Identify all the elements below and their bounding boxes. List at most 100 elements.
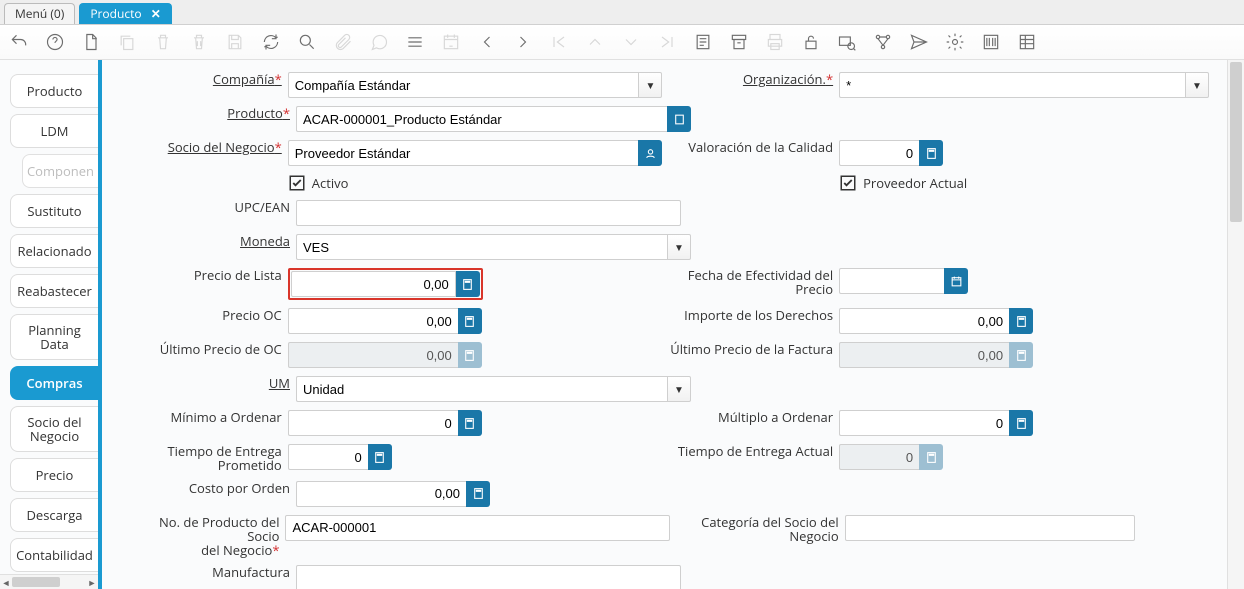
calculator-icon[interactable]	[1009, 308, 1033, 334]
product-lookup-icon[interactable]	[667, 106, 691, 132]
calculator-icon[interactable]	[458, 410, 482, 436]
window-tab-producto[interactable]: Producto ✕	[79, 3, 171, 24]
lock-icon[interactable]	[800, 31, 822, 53]
chevron-down-icon[interactable]: ▼	[638, 72, 662, 98]
print-icon[interactable]	[764, 31, 786, 53]
chevron-down-icon[interactable]: ▼	[667, 234, 691, 260]
precio-oc-input[interactable]	[288, 308, 458, 334]
undo-icon[interactable]	[8, 31, 30, 53]
um-combo[interactable]: ▼	[296, 376, 691, 402]
fecha-efectividad-input[interactable]	[839, 268, 944, 294]
manufactura-input[interactable]	[296, 565, 681, 589]
up-icon[interactable]	[584, 31, 606, 53]
side-tab-contabilidad[interactable]: Contabilidad	[10, 538, 98, 572]
product-info-icon[interactable]	[980, 31, 1002, 53]
um-input[interactable]	[296, 376, 667, 402]
calculator-icon[interactable]	[368, 444, 392, 470]
request-icon[interactable]	[908, 31, 930, 53]
vertical-scrollbar[interactable]	[1227, 60, 1244, 589]
producto-lookup[interactable]	[296, 106, 691, 132]
side-tab-planning[interactable]: PlanningData	[10, 314, 98, 360]
producto-input[interactable]	[296, 106, 667, 132]
precio-lista-group	[288, 268, 483, 300]
delete-selected-icon[interactable]	[188, 31, 210, 53]
valoracion-input[interactable]	[839, 140, 919, 166]
history-icon[interactable]	[440, 31, 462, 53]
side-tab-compras[interactable]: Compras	[10, 366, 98, 400]
socio-lookup[interactable]	[288, 140, 663, 166]
side-tab-producto[interactable]: Producto	[10, 74, 98, 108]
scroll-right-icon[interactable]: ►	[86, 575, 98, 589]
grid-icon[interactable]	[404, 31, 426, 53]
socio-input[interactable]	[288, 140, 639, 166]
scroll-left-icon[interactable]: ◄	[0, 575, 12, 589]
copy-icon[interactable]	[116, 31, 138, 53]
bpartner-lookup-icon[interactable]	[638, 140, 662, 166]
zoom-icon[interactable]	[836, 31, 858, 53]
tiempo-entrega-prometido-input[interactable]	[288, 444, 368, 470]
no-producto-socio-input[interactable]	[285, 515, 670, 541]
side-horizontal-scrollbar[interactable]: ◄ ►	[0, 574, 98, 589]
workflow-icon[interactable]	[872, 31, 894, 53]
costo-orden-input[interactable]	[296, 481, 466, 507]
organizacion-input[interactable]	[839, 72, 1185, 98]
compania-combo[interactable]: ▼	[288, 72, 663, 98]
search-icon[interactable]	[296, 31, 318, 53]
moneda-input[interactable]	[296, 234, 667, 260]
window-tab-menu[interactable]: Menú (0)	[4, 3, 75, 24]
export-icon[interactable]	[1016, 31, 1038, 53]
side-tab-label: Precio	[36, 466, 74, 484]
help-icon[interactable]	[44, 31, 66, 53]
scrollbar-thumb[interactable]	[1230, 62, 1242, 222]
calculator-icon[interactable]	[919, 140, 943, 166]
calculator-icon[interactable]	[458, 308, 482, 334]
calculator-icon[interactable]	[466, 481, 490, 507]
calculator-icon[interactable]	[1009, 410, 1033, 436]
categoria-socio-label: Categoría del Socio del Negocio	[701, 515, 839, 544]
first-icon[interactable]	[548, 31, 570, 53]
prev-icon[interactable]	[476, 31, 498, 53]
precio-oc-label: Precio OC	[222, 308, 281, 322]
save-icon[interactable]	[224, 31, 246, 53]
compania-input[interactable]	[288, 72, 639, 98]
organizacion-combo[interactable]: ▼	[839, 72, 1209, 98]
importe-derechos-input[interactable]	[839, 308, 1009, 334]
side-tab-label: Componen	[27, 162, 94, 180]
calculator-icon[interactable]	[456, 271, 480, 297]
manufactura-label: Manufactura	[212, 565, 290, 579]
chat-icon[interactable]	[368, 31, 390, 53]
categoria-socio-input[interactable]	[845, 515, 1135, 541]
moneda-combo[interactable]: ▼	[296, 234, 691, 260]
upc-input[interactable]	[296, 200, 681, 226]
gear-icon[interactable]	[944, 31, 966, 53]
down-icon[interactable]	[620, 31, 642, 53]
scrollbar-thumb[interactable]	[12, 577, 60, 587]
chevron-down-icon[interactable]: ▼	[1185, 72, 1209, 98]
side-tab-relacionado[interactable]: Relacionado	[10, 234, 98, 268]
calendar-icon[interactable]	[944, 268, 968, 294]
new-icon[interactable]	[80, 31, 102, 53]
side-tab-ldm[interactable]: LDM	[10, 114, 98, 148]
precio-lista-input[interactable]	[291, 271, 456, 297]
attachment-icon[interactable]	[332, 31, 354, 53]
refresh-icon[interactable]	[260, 31, 282, 53]
side-tab-precio[interactable]: Precio	[10, 458, 98, 492]
chevron-down-icon[interactable]: ▼	[667, 376, 691, 402]
report-icon[interactable]	[692, 31, 714, 53]
archive-icon[interactable]	[728, 31, 750, 53]
activo-checkbox[interactable]: Activo	[288, 174, 349, 192]
delete-icon[interactable]	[152, 31, 174, 53]
side-tab-reabastecer[interactable]: Reabastecer	[10, 274, 98, 308]
side-tab-socio-negocio[interactable]: Socio delNegocio	[10, 406, 98, 452]
side-tab-sustituto[interactable]: Sustituto	[10, 194, 98, 228]
proveedor-actual-checkbox[interactable]: Proveedor Actual	[839, 174, 967, 192]
min-ordenar-input[interactable]	[288, 410, 458, 436]
valoracion-label: Valoración de la Calidad	[688, 140, 833, 154]
side-tab-componentes[interactable]: Componen	[22, 154, 98, 188]
close-icon[interactable]: ✕	[151, 5, 161, 22]
proveedor-actual-label: Proveedor Actual	[863, 174, 967, 192]
side-tab-descarga[interactable]: Descarga	[10, 498, 98, 532]
next-icon[interactable]	[512, 31, 534, 53]
last-icon[interactable]	[656, 31, 678, 53]
multiplo-ordenar-input[interactable]	[839, 410, 1009, 436]
